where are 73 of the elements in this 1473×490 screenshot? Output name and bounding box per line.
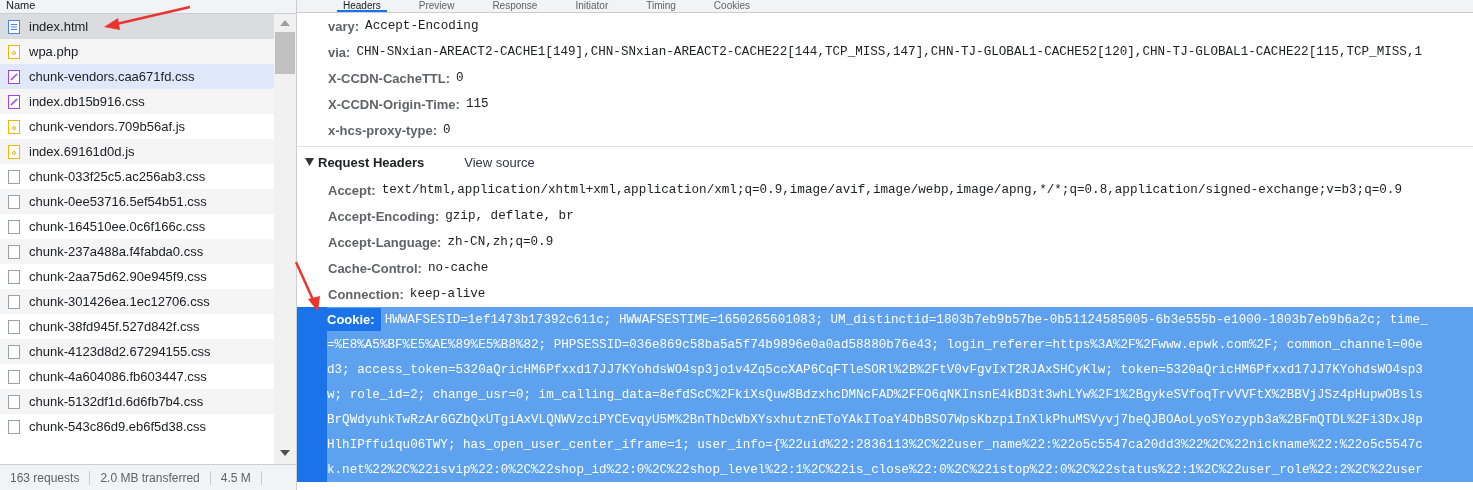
header-name: Cookie: xyxy=(327,308,381,331)
header-name: Connection: xyxy=(328,286,404,302)
blank-file-icon xyxy=(8,319,20,334)
tab[interactable]: Headers xyxy=(337,0,387,12)
tab[interactable]: Response xyxy=(486,0,544,12)
request-row[interactable]: chunk-237a488a.f4fabda0.css xyxy=(0,239,274,264)
status-text: 4.5 M xyxy=(210,470,262,485)
header-value: k.net%22%2C%22isvip%22:0%2C%22shop_id%22:0%2C%22shop_level%22:1%2C%22is_close%22:0%2C%22istop%22:0%2C%22status%22:1%2C%22user_role%22:2%2C%22user xyxy=(327,462,1423,477)
blank-file-icon xyxy=(8,219,20,234)
blank-file-icon xyxy=(8,394,20,409)
stylesheet-file-icon xyxy=(8,69,20,84)
column-header[interactable]: Name xyxy=(6,0,36,11)
header-name: via: xyxy=(328,44,351,60)
request-row[interactable]: chunk-4123d8d2.67294155.css xyxy=(0,339,274,364)
scroll-up-icon[interactable] xyxy=(280,20,290,26)
document-icon xyxy=(8,19,20,34)
blank-file-icon xyxy=(8,294,20,309)
request-row[interactable]: chunk-301426ea.1ec12706.css xyxy=(0,289,274,314)
request-row[interactable]: chunk-0ee53716.5ef54b51.css xyxy=(0,189,274,214)
blank-file-icon xyxy=(8,244,20,259)
blank-file-icon xyxy=(8,369,20,384)
header-value: keep-alive xyxy=(409,287,486,301)
header-name: Accept-Language: xyxy=(328,234,442,250)
section-title[interactable]: Request Headers xyxy=(305,154,425,170)
tab[interactable]: Timing xyxy=(640,0,682,12)
scroll-thumb[interactable] xyxy=(275,32,295,74)
script-file-icon xyxy=(8,144,20,159)
status-text: 2.0 MB transferred xyxy=(90,470,211,485)
header-value: zh-CN,zh;q=0.9 xyxy=(447,235,554,249)
request-row[interactable]: index.db15b916.css xyxy=(0,89,274,114)
header-name: Accept: xyxy=(328,182,376,198)
header-name: Accept-Encoding: xyxy=(328,208,440,224)
blank-file-icon xyxy=(8,169,20,184)
header-value: no-cache xyxy=(427,261,489,275)
header-value: =%E8%A5%BF%E5%AE%89%E5%B8%82; PHPSESSID=036e869c58ba5a5f74b9896e0a0ad58880b76e43; login_referer=https%3A%2F%2Fwww.epwk.com%2F; common_channel=00e xyxy=(327,337,1423,352)
header-name: Cache-Control: xyxy=(328,260,422,276)
blank-file-icon xyxy=(8,269,20,284)
header-value: w; role_id=2; change_usr=0; im_calling_data=8efdScC%2FkiXsQuw8BdzxhcDMNcFAD%2FFO6qNKInsnE4kBD3t3whLYw%2F1%2BgykeSVfoqTrvVVFtX%2BBVjJSz4pHupwOBsls xyxy=(327,387,1423,402)
view-source-link[interactable]: View source xyxy=(464,154,535,170)
arrow xyxy=(294,261,320,312)
header-value: 115 xyxy=(465,97,489,111)
status-text: 163 requests xyxy=(0,470,91,485)
scrollbar[interactable] xyxy=(274,14,296,464)
script-file-icon xyxy=(8,119,20,134)
request-row[interactable]: chunk-5132df1d.6d6fb7b4.css xyxy=(0,389,274,414)
header-value: d3; access_token=5320aQricHM6Pfxxd17JJ7KYohdsWO4sp3jo1v4Zq5ccXAP6CqFTleSORl%2B%2FtV0vFgvIxT2RJAxSHCyKlw; token=5320aQricHM6Pfxxd17JJ7KYohdsWO4sp3 xyxy=(327,362,1423,377)
script-file-icon xyxy=(8,44,20,59)
scroll-down-icon[interactable] xyxy=(280,450,290,456)
header-value: HlhIPffu1qu06TWY; has_open_user_center_iframe=1; user_info={%22uid%22:2836113%2C%22user_name%22:%22o5c5547ca20dd3%22%2C%22nickname%22:%22o5c5547c xyxy=(327,437,1423,452)
tab[interactable]: Preview xyxy=(412,0,461,12)
blank-file-icon xyxy=(8,419,20,434)
header-name: vary: xyxy=(328,18,360,34)
request-row[interactable]: wpa.php xyxy=(0,39,274,64)
header-value: 0 xyxy=(443,123,451,137)
header-value: gzip, deflate, br xyxy=(445,209,574,223)
header-name: X-CCDN-CacheTTL: xyxy=(328,70,451,86)
blank-file-icon xyxy=(8,194,20,209)
header-name: x-hcs-proxy-type: xyxy=(328,122,438,138)
header-value: 0 xyxy=(456,71,464,85)
header-value: Accept-Encoding xyxy=(365,19,479,33)
stylesheet-file-icon xyxy=(8,94,20,109)
blank-file-icon xyxy=(8,344,20,359)
request-row[interactable]: index.html xyxy=(0,14,274,39)
header-value: BrQWdyuhkTwRzAr6GZbQxUTgiAxVLQNWVzciPYCEvqyU5M%2BnThDcWbXYsxhutznEToYAkIToaY4DbBSO7WpsKbzpiInXlkPhuMSVyvj7beQJBOAoLyoSYozypb3a%2BFmQTDL%2Fi3DxJ8p xyxy=(327,412,1423,427)
header-value: HWWAFSESID=1ef1473b17392c611c; HWWAFSESTIME=1650265601083; UM_distinctid=1803b7eb9b57be-0b51124585005-6b3e555b-e1000-1803b7eb9b6a2c; time_ xyxy=(384,312,1428,327)
header-name: X-CCDN-Origin-Time: xyxy=(328,96,460,112)
request-row[interactable]: index.69161d0d.js xyxy=(0,139,274,164)
disclosure-icon xyxy=(305,158,314,166)
tab[interactable]: Cookies xyxy=(707,0,756,12)
header-value: CHN-SNxian-AREACT2-CACHE1[149],CHN-SNxian-AREACT2-CACHE22[144,TCP_MISS,147],CHN-TJ-GLOBAL1-CACHE52[120],CHN-TJ-GLOBAL1-CACHE22[115,TCP_MISS,1 xyxy=(356,45,1422,59)
request-row[interactable]: chunk-vendors.caa671fd.css xyxy=(0,64,274,89)
header-value: text/html,application/xhtml+xml,application/xml;q=0.9,image/avif,image/webp,image/apng,*/*;q=0.8,application/signed-exchange;v=b3;q=0.9 xyxy=(381,183,1402,197)
tab[interactable]: Initiator xyxy=(569,0,615,12)
